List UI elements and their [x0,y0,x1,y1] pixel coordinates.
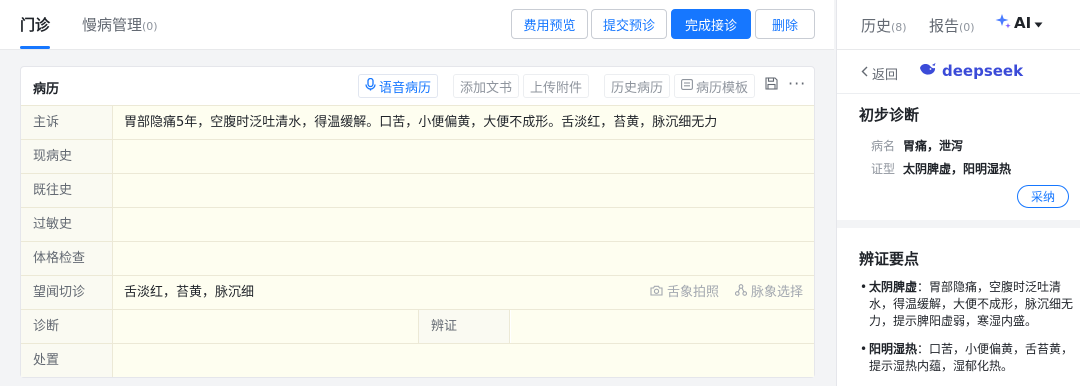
tongue-photo-label: 舌象拍照 [667,285,720,300]
pulse-select-button[interactable]: 脉象选择 [734,276,804,309]
tab-chronic-count: (0) [142,20,158,33]
caret-down-icon [1034,14,1043,32]
history-record-button[interactable]: 历史病历 [604,74,671,98]
save-icon[interactable] [765,77,778,94]
deepseek-logo: deepseek [919,62,1023,80]
tab-history-label: 历史 [861,17,892,35]
upload-attachment-button[interactable]: 上传附件 [523,74,590,98]
tab-ai-label: AI [1014,14,1032,32]
field-row-present-illness: 现病史 [21,139,814,173]
delete-button[interactable]: 删除 [755,9,815,39]
app-root: 门诊 慢病管理(0) 费用预览 提交预诊 完成接诊 删除 病历 语音病历 添加文… [0,0,1080,386]
field-label: 过敏史 [21,208,113,241]
diagnosis-input[interactable] [113,310,418,343]
field-label: 望闻切诊 [21,276,113,309]
add-document-button[interactable]: 添加文书 [453,74,520,98]
more-icon[interactable]: ··· [788,74,806,93]
pulse-select-label: 脉象选择 [751,285,804,300]
field-row-tcm-inspection: 望闻切诊 舌淡红，苔黄，脉沉细 舌象拍照 脉象选择 [21,275,814,309]
past-history-input[interactable] [113,174,814,207]
field-label: 处置 [21,344,113,377]
whale-icon [919,62,937,80]
field-row-allergy: 过敏史 [21,207,814,241]
tab-chronic-management[interactable]: 慢病管理(0) [82,14,158,35]
field-row-physical-exam: 体格检查 [21,241,814,275]
finish-consultation-button[interactable]: 完成接诊 [671,9,751,39]
tongue-photo-button[interactable]: 舌象拍照 [650,276,719,309]
syndrome-type-key: 证型 [871,162,896,176]
key-point-heading: 太阴脾虚 [869,280,918,294]
physical-exam-input[interactable] [113,242,814,275]
syndrome-type-row: 证型 太阴脾虚，阳明湿热 [871,160,1011,177]
chevron-left-icon [861,66,868,81]
camera-icon [650,276,663,309]
key-points-title: 辨证要点 [859,250,920,268]
disease-name-key: 病名 [871,139,896,153]
section-divider [837,220,1080,228]
record-fields: 主诉 胃部隐痛5年，空腹时泛吐清水，得温缓解。口苦，小便偏黄，大便不成形。舌淡红… [21,105,816,377]
top-bar: 门诊 慢病管理(0) 费用预览 提交预诊 完成接诊 删除 [0,0,834,50]
field-label: 诊断 [21,310,113,343]
bullet-dot: • [860,280,868,294]
ai-panel-header: 返回 deepseek [837,50,1080,94]
sparkle-icon [995,13,1011,33]
tab-report-count: (0) [959,21,975,34]
syndrome-input[interactable] [511,310,814,343]
back-label: 返回 [872,68,899,83]
tab-outpatient[interactable]: 门诊 [20,14,50,35]
template-icon [681,78,693,94]
allergy-input[interactable] [113,208,814,241]
tab-report[interactable]: 报告(0) [929,15,975,36]
tab-history-count: (8) [891,21,907,34]
syndrome-type-value: 太阴脾虚，阳明湿热 [903,162,1012,176]
field-row-treatment: 处置 [21,343,814,377]
disease-name-value: 胃痛，泄泻 [903,139,964,153]
field-label: 现病史 [21,140,113,173]
back-button[interactable]: 返回 [861,64,898,83]
key-point-heading: 阳明湿热 [869,342,918,356]
voice-record-label: 语音病历 [379,80,432,96]
field-label: 主诉 [21,106,113,139]
chief-complaint-input[interactable]: 胃部隐痛5年，空腹时泛吐清水，得温缓解。口苦，小便偏黄，大便不成形。舌淡红，苔黄… [113,106,814,139]
submit-preview-button[interactable]: 提交预诊 [591,9,667,39]
initial-diagnosis-title: 初步诊断 [859,106,920,124]
tab-history[interactable]: 历史(8) [861,15,907,36]
microphone-icon [365,77,376,95]
treatment-input[interactable] [113,344,814,377]
key-point-item: • 阳明湿热：口苦，小便偏黄，舌苔黄，提示湿热内蕴，湿郁化热。 [860,341,1077,375]
present-illness-input[interactable] [113,140,814,173]
bullet-dot: • [860,342,868,356]
tab-report-label: 报告 [929,17,960,35]
deepseek-label: deepseek [942,62,1024,80]
medical-record-card: 病历 语音病历 添加文书 上传附件 历史病历 病历模板 ··· 主诉 胃部隐痛5… [20,66,815,378]
adopt-button[interactable]: 采纳 [1017,185,1069,208]
right-tabs: 历史(8) 报告(0) AI [837,0,1080,50]
record-template-label: 病历模板 [696,80,749,96]
record-template-button[interactable]: 病历模板 [674,74,756,98]
record-header: 病历 语音病历 添加文书 上传附件 历史病历 病历模板 ··· [21,67,816,105]
key-point-item: • 太阴脾虚：胃部隐痛，空腹时泛吐清水，得温缓解，大便不成形，脉沉细无力，提示脾… [860,279,1077,330]
pulse-icon [734,276,748,309]
tab-chronic-label: 慢病管理 [82,16,143,34]
record-title: 病历 [33,82,60,97]
field-label: 既往史 [21,174,113,207]
fee-preview-button[interactable]: 费用预览 [511,9,588,39]
field-row-past-history: 既往史 [21,173,814,207]
voice-record-button[interactable]: 语音病历 [358,74,439,98]
field-label: 体格检查 [21,242,113,275]
syndrome-label: 辨证 [418,310,510,343]
tab-ai[interactable]: AI [995,13,1043,33]
active-tab-indicator [20,46,50,49]
field-row-diagnosis: 诊断 辨证 [21,309,814,343]
field-row-chief-complaint: 主诉 胃部隐痛5年，空腹时泛吐清水，得温缓解。口苦，小便偏黄，大便不成形。舌淡红… [21,105,814,139]
ai-side-panel: 历史(8) 报告(0) AI 返回 deepseek 初步诊断 病名 胃痛，泄泻… [836,0,1080,386]
disease-name-row: 病名 胃痛，泄泻 [871,137,963,154]
